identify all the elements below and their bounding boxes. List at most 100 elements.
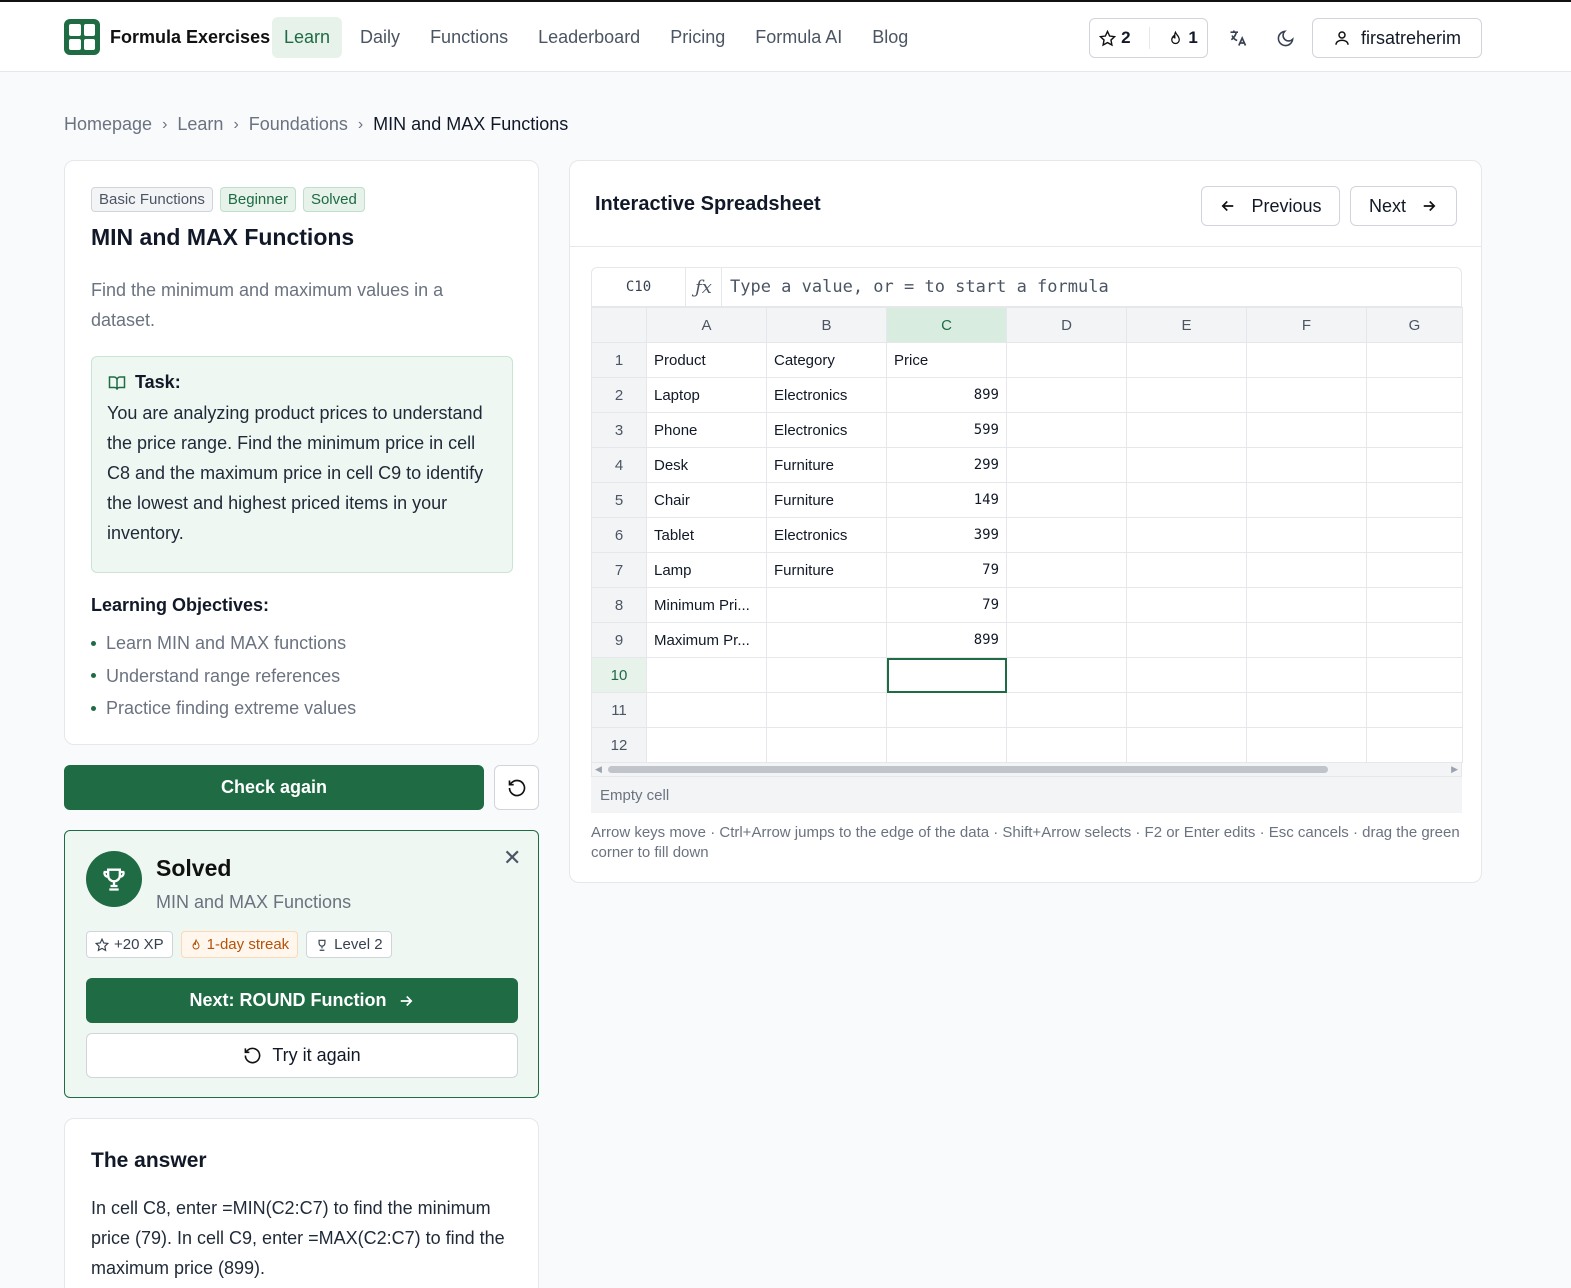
cell-c4[interactable]: 299: [886, 447, 1007, 483]
cell-e6[interactable]: [1126, 517, 1247, 553]
row-header[interactable]: 5: [591, 482, 647, 518]
cell-d2[interactable]: [1006, 377, 1127, 413]
row-header[interactable]: 11: [591, 692, 647, 728]
cell-f4[interactable]: [1246, 447, 1367, 483]
cell-a12[interactable]: [646, 727, 767, 763]
cell-a10[interactable]: [646, 657, 767, 693]
cell-b11[interactable]: [766, 692, 887, 728]
user-stats[interactable]: 2 1: [1089, 18, 1208, 58]
cell-c8[interactable]: 79: [886, 587, 1007, 623]
row-header[interactable]: 10: [591, 657, 647, 693]
cell-d1[interactable]: [1006, 342, 1127, 378]
formula-input[interactable]: Type a value, or = to start a formula: [722, 277, 1109, 297]
cell-b12[interactable]: [766, 727, 887, 763]
cell-b8[interactable]: [766, 587, 887, 623]
cell-e2[interactable]: [1126, 377, 1247, 413]
cell-e11[interactable]: [1126, 692, 1247, 728]
cell-a1[interactable]: Product: [646, 342, 767, 378]
next-button[interactable]: Next: [1350, 186, 1457, 226]
language-icon[interactable]: [1224, 24, 1252, 52]
cell-c2[interactable]: 899: [886, 377, 1007, 413]
cell-c11[interactable]: [886, 692, 1007, 728]
cell-c9[interactable]: 899: [886, 622, 1007, 658]
cell-a5[interactable]: Chair: [646, 482, 767, 518]
cell-c6[interactable]: 399: [886, 517, 1007, 553]
cell-b1[interactable]: Category: [766, 342, 887, 378]
column-header-a[interactable]: A: [646, 307, 767, 343]
cell-g2[interactable]: [1366, 377, 1463, 413]
user-menu-button[interactable]: firsatreherim: [1312, 18, 1482, 58]
cell-g1[interactable]: [1366, 342, 1463, 378]
breadcrumb-learn[interactable]: Learn: [177, 114, 223, 135]
cell-f3[interactable]: [1246, 412, 1367, 448]
cell-b6[interactable]: Electronics: [766, 517, 887, 553]
cell-d9[interactable]: [1006, 622, 1127, 658]
row-header[interactable]: 7: [591, 552, 647, 588]
cell-e7[interactable]: [1126, 552, 1247, 588]
cell-b3[interactable]: Electronics: [766, 412, 887, 448]
nav-blog[interactable]: Blog: [860, 17, 920, 58]
cell-a8[interactable]: Minimum Pri...: [646, 587, 767, 623]
cell-a4[interactable]: Desk: [646, 447, 767, 483]
cell-f6[interactable]: [1246, 517, 1367, 553]
row-header[interactable]: 3: [591, 412, 647, 448]
cell-d5[interactable]: [1006, 482, 1127, 518]
cell-f12[interactable]: [1246, 727, 1367, 763]
cell-f10[interactable]: [1246, 657, 1367, 693]
column-header-d[interactable]: D: [1006, 307, 1127, 343]
cell-d4[interactable]: [1006, 447, 1127, 483]
cell-c3[interactable]: 599: [886, 412, 1007, 448]
cell-d10[interactable]: [1006, 657, 1127, 693]
cell-c12[interactable]: [886, 727, 1007, 763]
cell-d11[interactable]: [1006, 692, 1127, 728]
try-again-button[interactable]: Try it again: [86, 1033, 518, 1078]
cell-f11[interactable]: [1246, 692, 1367, 728]
row-header[interactable]: 8: [591, 587, 647, 623]
cell-b4[interactable]: Furniture: [766, 447, 887, 483]
breadcrumb-foundations[interactable]: Foundations: [249, 114, 348, 135]
check-again-button[interactable]: Check again: [64, 765, 484, 810]
column-header-b[interactable]: B: [766, 307, 887, 343]
cell-c5[interactable]: 149: [886, 482, 1007, 518]
cell-d6[interactable]: [1006, 517, 1127, 553]
row-header[interactable]: 9: [591, 622, 647, 658]
cell-b5[interactable]: Furniture: [766, 482, 887, 518]
horizontal-scrollbar[interactable]: ◀ ▶: [591, 763, 1462, 777]
cell-g6[interactable]: [1366, 517, 1463, 553]
cell-e1[interactable]: [1126, 342, 1247, 378]
cell-c10[interactable]: [886, 657, 1007, 693]
scroll-right-icon[interactable]: ▶: [1451, 764, 1458, 775]
grid-corner[interactable]: [591, 307, 647, 343]
cell-a6[interactable]: Tablet: [646, 517, 767, 553]
cell-e9[interactable]: [1126, 622, 1247, 658]
nav-formula-ai[interactable]: Formula AI: [743, 17, 854, 58]
cell-b10[interactable]: [766, 657, 887, 693]
next-exercise-button[interactable]: Next: ROUND Function: [86, 978, 518, 1023]
cell-a9[interactable]: Maximum Pr...: [646, 622, 767, 658]
cell-b2[interactable]: Electronics: [766, 377, 887, 413]
cell-a11[interactable]: [646, 692, 767, 728]
cell-c1[interactable]: Price: [886, 342, 1007, 378]
cell-e10[interactable]: [1126, 657, 1247, 693]
row-header[interactable]: 1: [591, 342, 647, 378]
cell-b9[interactable]: [766, 622, 887, 658]
brand[interactable]: Formula Exercises: [64, 19, 270, 55]
cell-g5[interactable]: [1366, 482, 1463, 518]
cell-g4[interactable]: [1366, 447, 1463, 483]
column-header-e[interactable]: E: [1126, 307, 1247, 343]
scroll-left-icon[interactable]: ◀: [595, 764, 602, 775]
breadcrumb-homepage[interactable]: Homepage: [64, 114, 152, 135]
previous-button[interactable]: Previous: [1201, 186, 1340, 226]
cell-g7[interactable]: [1366, 552, 1463, 588]
cell-reference[interactable]: C10: [592, 268, 686, 306]
cell-a3[interactable]: Phone: [646, 412, 767, 448]
row-header[interactable]: 6: [591, 517, 647, 553]
cell-e3[interactable]: [1126, 412, 1247, 448]
cell-a2[interactable]: Laptop: [646, 377, 767, 413]
row-header[interactable]: 12: [591, 727, 647, 763]
dark-mode-icon[interactable]: [1271, 24, 1299, 52]
cell-g10[interactable]: [1366, 657, 1463, 693]
cell-c7[interactable]: 79: [886, 552, 1007, 588]
nav-leaderboard[interactable]: Leaderboard: [526, 17, 652, 58]
cell-e5[interactable]: [1126, 482, 1247, 518]
